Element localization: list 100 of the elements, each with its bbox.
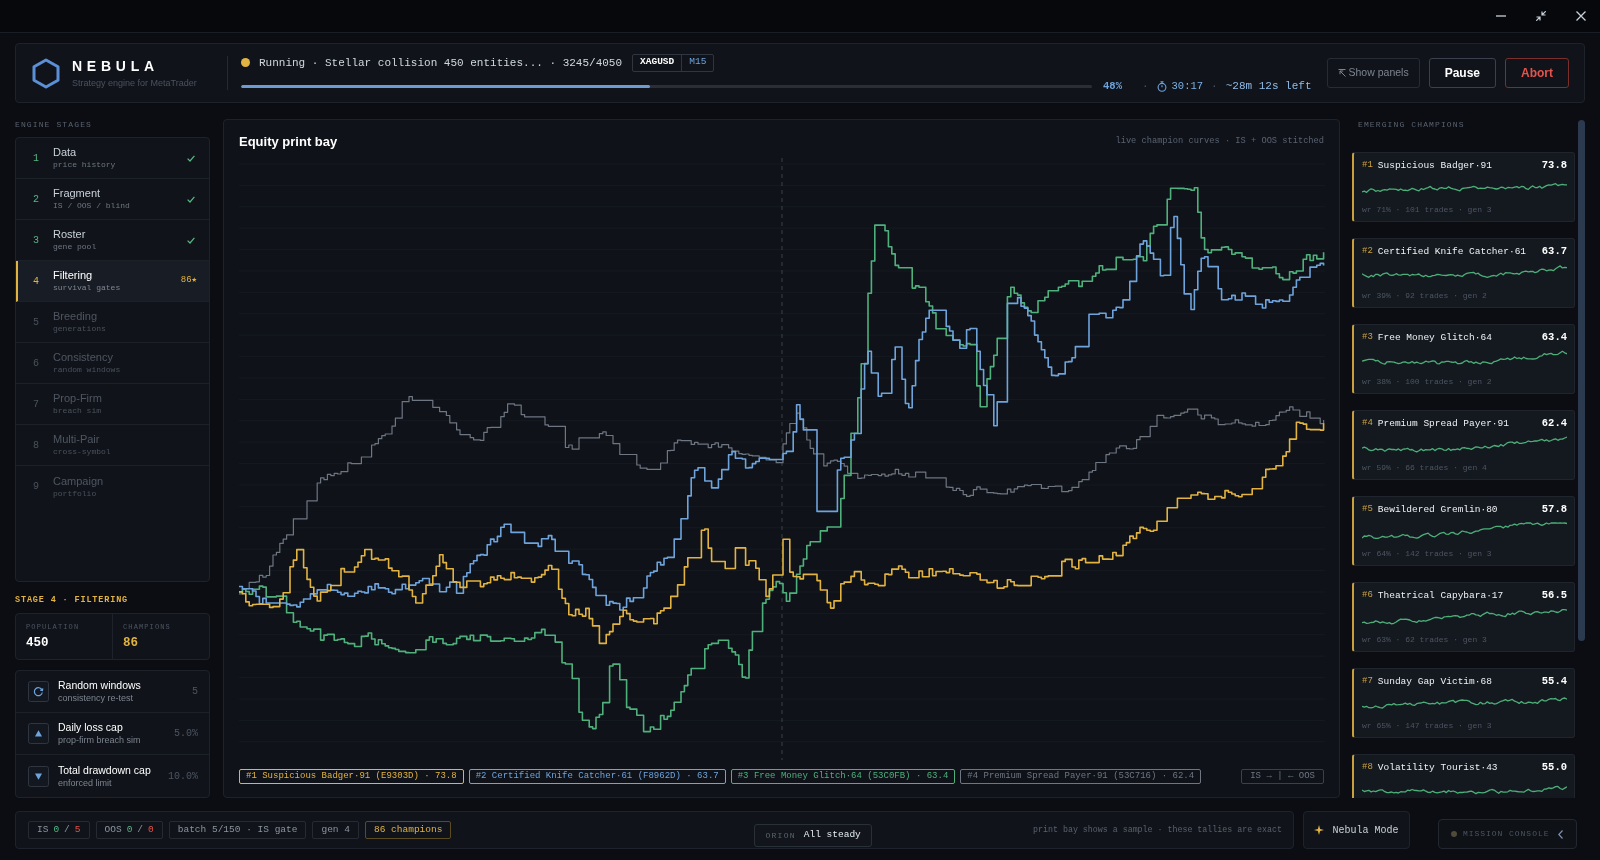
stage-name: Multi-Pair <box>53 433 101 446</box>
champion-score: 56.5 <box>1541 588 1567 604</box>
champion-name: Free Money Glitch·64 <box>1377 330 1492 345</box>
section-title: ENGINE STAGES <box>15 120 93 130</box>
stage-detail: gene pool <box>53 242 97 252</box>
champion-rank: #1 <box>1362 159 1373 173</box>
stopwatch-icon <box>1156 81 1167 92</box>
tally-label: OOS <box>104 822 122 837</box>
stat-value: 450 <box>26 635 50 651</box>
stage-name: Prop-Firm <box>53 392 102 405</box>
stage-number: 6 <box>33 356 40 371</box>
chevron-left-icon <box>1558 829 1563 839</box>
failed-count: 5 <box>74 822 81 837</box>
gate-detail: consistency re-test <box>58 693 135 704</box>
gate-detail: enforced limit <box>58 777 113 789</box>
stage-number: 9 <box>33 480 40 494</box>
champion-name: Theatrical Capybara·17 <box>1377 588 1504 603</box>
stat-value: 86 <box>123 635 139 651</box>
app-name: NEBULA <box>72 57 160 74</box>
tally-separator: / <box>137 822 144 837</box>
champion-rank: #4 <box>1362 417 1373 431</box>
champion-score: 62.4 <box>1541 416 1567 432</box>
stage-number: 1 <box>33 151 40 166</box>
stage-name: Campaign <box>53 474 104 488</box>
stage-heading: STAGE 4 · FILTERING <box>15 595 129 606</box>
champion-score: 55.0 <box>1541 760 1567 776</box>
champion-name: Premium Spread Payer·91 <box>1377 416 1509 431</box>
tally-chip: 86 champions <box>365 821 452 839</box>
tally-chip: gen 4 <box>312 821 359 839</box>
restore-icon[interactable] <box>1536 11 1546 21</box>
stage-detail: price history <box>53 160 116 170</box>
chart-title: Equity print bay <box>239 133 338 152</box>
stage-number: 7 <box>33 397 40 412</box>
chart-caption: live champion curves · IS + OOS stitched <box>1115 135 1324 149</box>
champion-name: Suspicious Badger·91 <box>1377 158 1492 173</box>
gate-value: 5 <box>192 685 198 699</box>
stage-name: Filtering <box>53 269 94 282</box>
champion-score: 57.8 <box>1541 502 1567 518</box>
champion-rank: #6 <box>1362 589 1373 603</box>
stage-number: 2 <box>33 192 40 207</box>
stage-item[interactable]: 4 Filtering survival gates 86★ <box>16 261 209 302</box>
app-tagline: Strategy engine for MetaTrader <box>72 77 197 89</box>
champion-name: Bewildered Gremlin·80 <box>1377 502 1498 517</box>
champion-rank: #8 <box>1362 761 1373 775</box>
champion-card[interactable]: #8 Volatility Tourist·43 55.0 <box>1352 754 1575 798</box>
gate-value: 5.0% <box>174 727 198 741</box>
run-status-text: Running · Stellar collision 450 entities... · 3245/4050 <box>259 55 623 70</box>
nebula-mode-button[interactable]: Nebula Mode <box>1303 811 1410 849</box>
abort-button[interactable]: Abort <box>1505 58 1569 88</box>
elapsed-time: 30:17 <box>1171 78 1204 94</box>
show-panels-button[interactable]: Show panels <box>1326 58 1420 88</box>
champion-score: 63.4 <box>1541 330 1567 346</box>
stage-detail: survival gates <box>53 283 121 293</box>
champion-rank: #2 <box>1362 245 1373 259</box>
sparkle-icon <box>1314 825 1325 835</box>
legend-item: #2 Certified Knife Catcher·61 (F8962D) · 63.7 <box>468 769 726 784</box>
passed-count: 0 <box>53 822 60 837</box>
arrow-icon <box>1337 69 1346 77</box>
stage-number: 3 <box>33 233 40 248</box>
gate-name: Total drawdown cap <box>58 763 151 777</box>
stage-name: Consistency <box>53 351 114 364</box>
stage-name: Roster <box>53 228 87 241</box>
refresh-icon <box>28 681 49 702</box>
stage-item[interactable]: 1 Data price history <box>16 138 209 179</box>
stage-name: Breeding <box>53 310 99 323</box>
legend-item: #3 Free Money Glitch·64 (53C0FB) · 63.4 <box>730 769 956 784</box>
close-icon[interactable] <box>1576 11 1586 21</box>
champion-rank: #3 <box>1362 331 1373 345</box>
timeframe-label: M15 <box>688 55 708 70</box>
failed-count: 0 <box>148 822 154 837</box>
footer-note: print bay shows a sample · these tallies are exact <box>1033 823 1283 836</box>
stage-number: 5 <box>33 315 40 330</box>
scrollbar[interactable] <box>1578 120 1585 641</box>
gate-detail: prop-firm breach sim <box>58 735 141 746</box>
gate-value: 10.0% <box>168 769 198 784</box>
champion-score: 63.7 <box>1541 244 1567 260</box>
champion-name: Volatility Tourist·43 <box>1377 760 1498 775</box>
pause-button[interactable]: Pause <box>1428 58 1496 88</box>
tally-chip: batch 5/150 · IS gate <box>168 821 307 839</box>
gate-name: Daily loss cap <box>58 721 124 734</box>
hexagon-icon <box>32 57 60 89</box>
section-title: EMERGING CHAMPIONS <box>1358 120 1466 130</box>
orion-label: ORION <box>765 829 796 842</box>
legend-item: #4 Premium Spread Payer·91 (53C716) · 62.4 <box>960 769 1202 784</box>
symbol-label: XAGUSD <box>633 54 683 71</box>
orion-message: All steady <box>803 828 861 843</box>
tally-separator: / <box>64 822 70 837</box>
champion-name: Sunday Gap Victim·68 <box>1377 674 1492 689</box>
separator-dot: · <box>1211 79 1218 95</box>
stage-name: Fragment <box>53 187 102 200</box>
legend-item: #1 Suspicious Badger·91 (E9303D) · 73.8 <box>239 769 464 784</box>
remaining-time: ~28m 12s left <box>1225 79 1312 95</box>
stage-item[interactable]: 2 Fragment IS / OOS / blind <box>16 179 209 220</box>
champion-score: 73.8 <box>1541 158 1567 174</box>
separator-dot: · <box>1141 79 1149 95</box>
gate-name: Random windows <box>58 679 141 692</box>
status-dot-icon <box>1451 831 1457 837</box>
champion-score: 55.4 <box>1541 674 1567 690</box>
champion-count: 86★ <box>180 274 198 288</box>
split-marker: IS → | ← OOS <box>1241 769 1324 784</box>
